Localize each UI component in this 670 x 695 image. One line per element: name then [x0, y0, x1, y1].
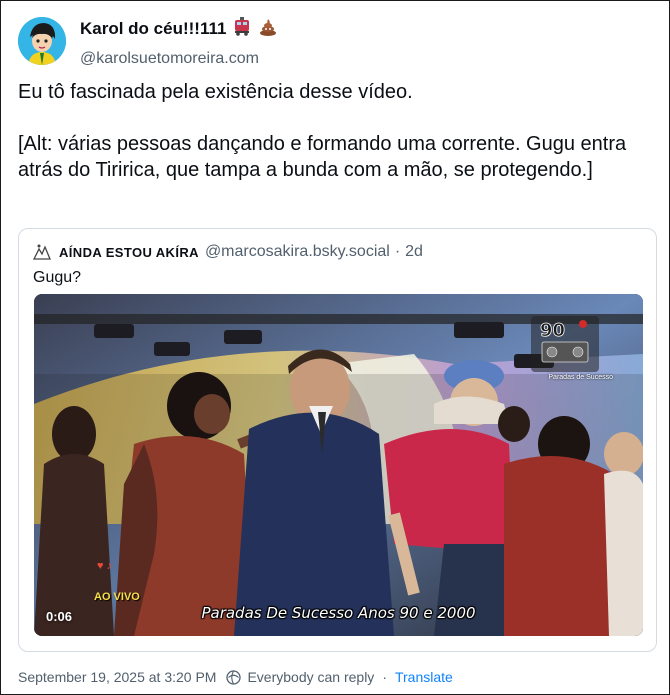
post-footer: September 19, 2025 at 3:20 PM Everybody … — [18, 667, 658, 687]
quoted-post-time[interactable]: 2d — [405, 243, 423, 261]
quoted-post-text: Gugu? — [33, 269, 82, 286]
quoted-author-name[interactable]: AÍNDA ESTOU AKÍRA — [59, 245, 199, 260]
post-author: Karol do céu!!!111 @karolsuetomoreira.co… — [18, 17, 638, 67]
avatar[interactable] — [18, 17, 66, 65]
video-caption: Paradas De Sucesso Anos 90 e 2000 — [201, 604, 476, 622]
post-text: Eu tô fascinada pela existência desse ví… — [18, 81, 627, 181]
quoted-author-handle[interactable]: @marcosakira.bsky.social — [205, 243, 390, 261]
video-frame: 90 ♥ ♪ — [34, 294, 643, 636]
video-logo-subtitle: Paradas de Sucesso — [548, 374, 613, 381]
author-display-name[interactable]: Karol do céu!!!111 — [80, 17, 278, 43]
poop-icon — [258, 17, 278, 43]
separator-dot: · — [382, 669, 387, 685]
train-icon — [232, 17, 252, 43]
separator-dot: · — [394, 243, 401, 260]
post-datetime[interactable]: September 19, 2025 at 3:20 PM — [18, 669, 216, 685]
video-live-label: AO VIVO — [94, 591, 140, 603]
reply-setting[interactable]: Everybody can reply — [247, 669, 374, 685]
svg-text:♥ ♪: ♥ ♪ — [97, 560, 112, 572]
video-player[interactable]: 90 ♥ ♪ Paradas de Sucesso AO VIVO Parada… — [34, 294, 643, 636]
svg-text:90: 90 — [540, 320, 565, 341]
author-names: Karol do céu!!!111 @karolsuetomoreira.co… — [80, 17, 278, 70]
translate-link[interactable]: Translate — [395, 669, 453, 685]
video-timestamp: 0:06 — [46, 609, 73, 624]
quoted-post-header: AÍNDA ESTOU AKÍRA @marcosakira.bsky.soci… — [32, 241, 633, 263]
quoted-post[interactable]: AÍNDA ESTOU AKÍRA @marcosakira.bsky.soci… — [18, 228, 657, 652]
author-handle[interactable]: @karolsuetomoreira.com — [80, 48, 278, 70]
reply-settings-icon — [226, 669, 242, 685]
post-card: Karol do céu!!!111 @karolsuetomoreira.co… — [0, 0, 670, 695]
quoted-author-avatar[interactable] — [32, 243, 51, 261]
